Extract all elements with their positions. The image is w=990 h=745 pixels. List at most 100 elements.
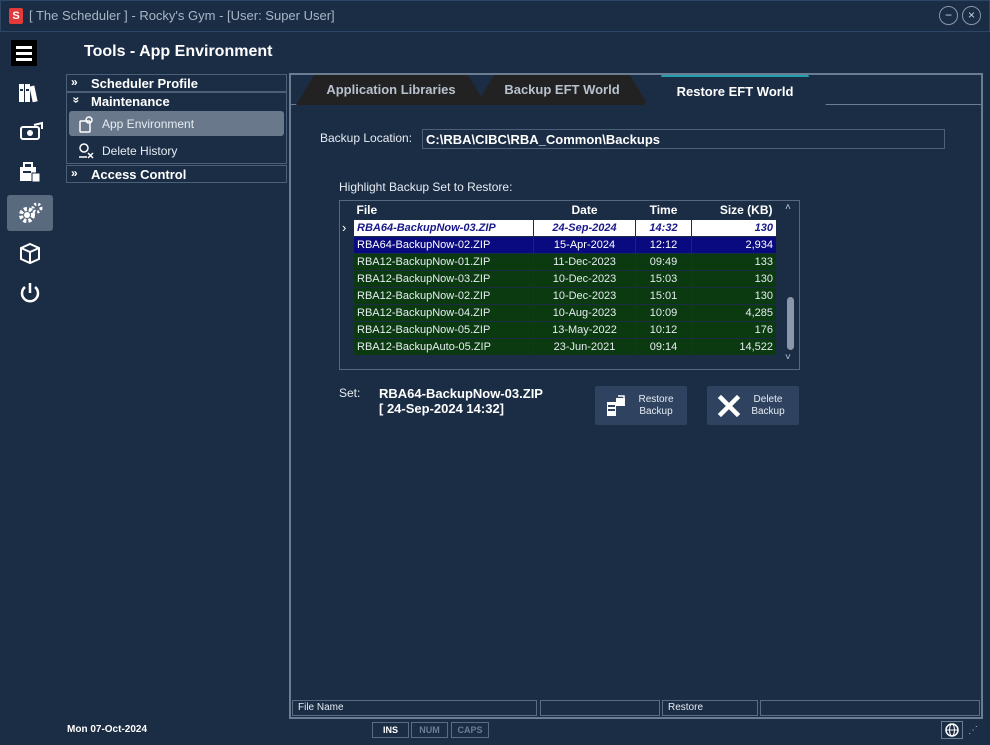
resize-grip-icon[interactable]: ⋰ — [968, 725, 978, 736]
globe-icon[interactable] — [941, 721, 963, 739]
cell-file: RBA12-BackupNow-03.ZIP — [353, 269, 534, 288]
cell-size: 2,934 — [691, 235, 777, 254]
page-title: Tools - App Environment — [84, 43, 273, 60]
set-name: RBA64-BackupNow-03.ZIP — [379, 386, 543, 401]
tab-backup-eft-world[interactable]: Backup EFT World — [476, 75, 648, 105]
cell-file: RBA12-BackupNow-05.ZIP — [353, 320, 534, 339]
cell-size: 130 — [691, 286, 777, 305]
cell-time: 12:12 — [635, 235, 692, 254]
cell-size: 130 — [691, 269, 777, 288]
tree-item-delete-history[interactable]: Delete History — [69, 138, 284, 163]
table-row[interactable]: RBA12-BackupAuto-05.ZIP 23-Jun-2021 09:1… — [353, 337, 777, 356]
cell-size: 133 — [691, 252, 777, 271]
set-date: [ 24-Sep-2024 14:32] — [379, 401, 505, 416]
status-date: Mon 07-Oct-2024 — [67, 724, 148, 735]
cell-file: RBA12-BackupNow-02.ZIP — [353, 286, 534, 305]
expand-icon: » — [71, 166, 78, 180]
tree-section-label: Access Control — [91, 167, 187, 182]
status-mode: Restore — [662, 700, 758, 716]
gears-icon[interactable] — [7, 195, 53, 231]
close-button[interactable]: × — [962, 6, 981, 25]
highlight-label: Highlight Backup Set to Restore: — [339, 180, 513, 194]
cell-date: 10-Aug-2023 — [533, 303, 636, 322]
window-title: [ The Scheduler ] - Rocky's Gym - [User:… — [29, 8, 335, 23]
status-empty-2 — [760, 700, 980, 716]
cell-size: 4,285 — [691, 303, 777, 322]
backup-location-label: Backup Location: — [320, 131, 413, 145]
delete-x-icon — [717, 394, 741, 418]
cell-file: RBA12-BackupNow-04.ZIP — [353, 303, 534, 322]
restore-button-line2: Backup — [639, 406, 673, 417]
tree-item-label: Delete History — [102, 144, 178, 158]
restore-backup-button[interactable]: Restore Backup — [595, 386, 687, 425]
minimize-button[interactable]: − — [939, 6, 958, 25]
cell-file: RBA12-BackupNow-01.ZIP — [353, 252, 534, 271]
cell-date: 15-Apr-2024 — [533, 235, 636, 254]
cell-time: 15:01 — [635, 286, 692, 305]
tree-item-label: App Environment — [102, 117, 195, 131]
cell-date: 23-Jun-2021 — [533, 337, 636, 356]
cell-date: 10-Dec-2023 — [533, 286, 636, 305]
libraries-icon[interactable] — [7, 75, 53, 111]
scroll-thumb[interactable] — [787, 297, 794, 350]
cell-time: 15:03 — [635, 269, 692, 288]
delete-backup-button[interactable]: Delete Backup — [707, 386, 799, 425]
cell-size: 14,522 — [691, 337, 777, 356]
cell-file: RBA64-BackupNow-03.ZIP — [353, 218, 534, 237]
tree-item-app-environment[interactable]: App Environment — [69, 111, 284, 136]
restore-button-line1: Restore — [638, 394, 674, 405]
table-row[interactable]: RBA64-BackupNow-02.ZIP 15-Apr-2024 12:12… — [353, 235, 777, 254]
table-row[interactable]: RBA64-BackupNow-03.ZIP 24-Sep-2024 14:32… — [353, 218, 777, 237]
cell-time: 10:09 — [635, 303, 692, 322]
money-icon[interactable] — [7, 115, 53, 151]
column-header-size[interactable]: Size (KB) — [692, 201, 777, 219]
restore-icon — [607, 395, 625, 416]
cell-date: 11-Dec-2023 — [533, 252, 636, 271]
backup-grid: File Date Time Size (KB) RBA64-BackupNow… — [339, 200, 800, 370]
collapse-icon: » — [69, 96, 84, 104]
cell-time: 10:12 — [635, 320, 692, 339]
column-header-time[interactable]: Time — [636, 201, 692, 219]
scroll-up-icon[interactable]: ˄ — [785, 202, 791, 213]
table-row[interactable]: RBA12-BackupNow-05.ZIP 13-May-2022 10:12… — [353, 320, 777, 339]
cell-time: 14:32 — [635, 218, 692, 237]
cell-time: 09:49 — [635, 252, 692, 271]
power-icon[interactable] — [7, 275, 53, 311]
cell-size: 176 — [691, 320, 777, 339]
table-row[interactable]: RBA12-BackupNow-04.ZIP 10-Aug-2023 10:09… — [353, 303, 777, 322]
column-header-file[interactable]: File — [354, 201, 534, 219]
cell-size: 130 — [691, 218, 777, 237]
column-header-date[interactable]: Date — [534, 201, 636, 219]
table-row[interactable]: RBA12-BackupNow-01.ZIP 11-Dec-2023 09:49… — [353, 252, 777, 271]
num-indicator: NUM — [411, 722, 448, 738]
tree-section-access-control[interactable]: » Access Control — [66, 165, 287, 183]
cell-date: 24-Sep-2024 — [533, 218, 636, 237]
delete-button-line2: Backup — [751, 406, 785, 417]
cell-date: 10-Dec-2023 — [533, 269, 636, 288]
cell-file: RBA64-BackupNow-02.ZIP — [353, 235, 534, 254]
cell-date: 13-May-2022 — [533, 320, 636, 339]
tree-section-label: Scheduler Profile — [91, 76, 198, 91]
caps-indicator: CAPS — [451, 722, 489, 738]
delete-button-line1: Delete — [753, 394, 783, 405]
app-logo-icon: S — [9, 8, 23, 24]
tree-section-label: Maintenance — [91, 94, 170, 109]
tab-application-libraries[interactable]: Application Libraries — [296, 75, 486, 105]
box-icon[interactable] — [7, 235, 53, 271]
tree-section-scheduler-profile[interactable]: » Scheduler Profile — [66, 74, 287, 92]
set-label: Set: — [339, 386, 361, 400]
scroll-down-icon[interactable]: ˅ — [785, 352, 791, 363]
reports-icon[interactable] — [7, 155, 53, 191]
ins-indicator: INS — [372, 722, 409, 738]
table-row[interactable]: RBA12-BackupNow-03.ZIP 10-Dec-2023 15:03… — [353, 269, 777, 288]
cell-file: RBA12-BackupAuto-05.ZIP — [353, 337, 534, 356]
backup-location-field[interactable]: C:\RBA\CIBC\RBA_Common\Backups — [422, 129, 945, 149]
status-file-name: File Name — [292, 700, 537, 716]
cell-time: 09:14 — [635, 337, 692, 356]
status-empty — [540, 700, 660, 716]
table-row[interactable]: RBA12-BackupNow-02.ZIP 10-Dec-2023 15:01… — [353, 286, 777, 305]
current-row-indicator-icon: › — [342, 220, 347, 235]
expand-icon: » — [71, 75, 78, 89]
hamburger-icon[interactable] — [11, 40, 37, 66]
tab-restore-eft-world[interactable]: Restore EFT World — [644, 75, 826, 105]
